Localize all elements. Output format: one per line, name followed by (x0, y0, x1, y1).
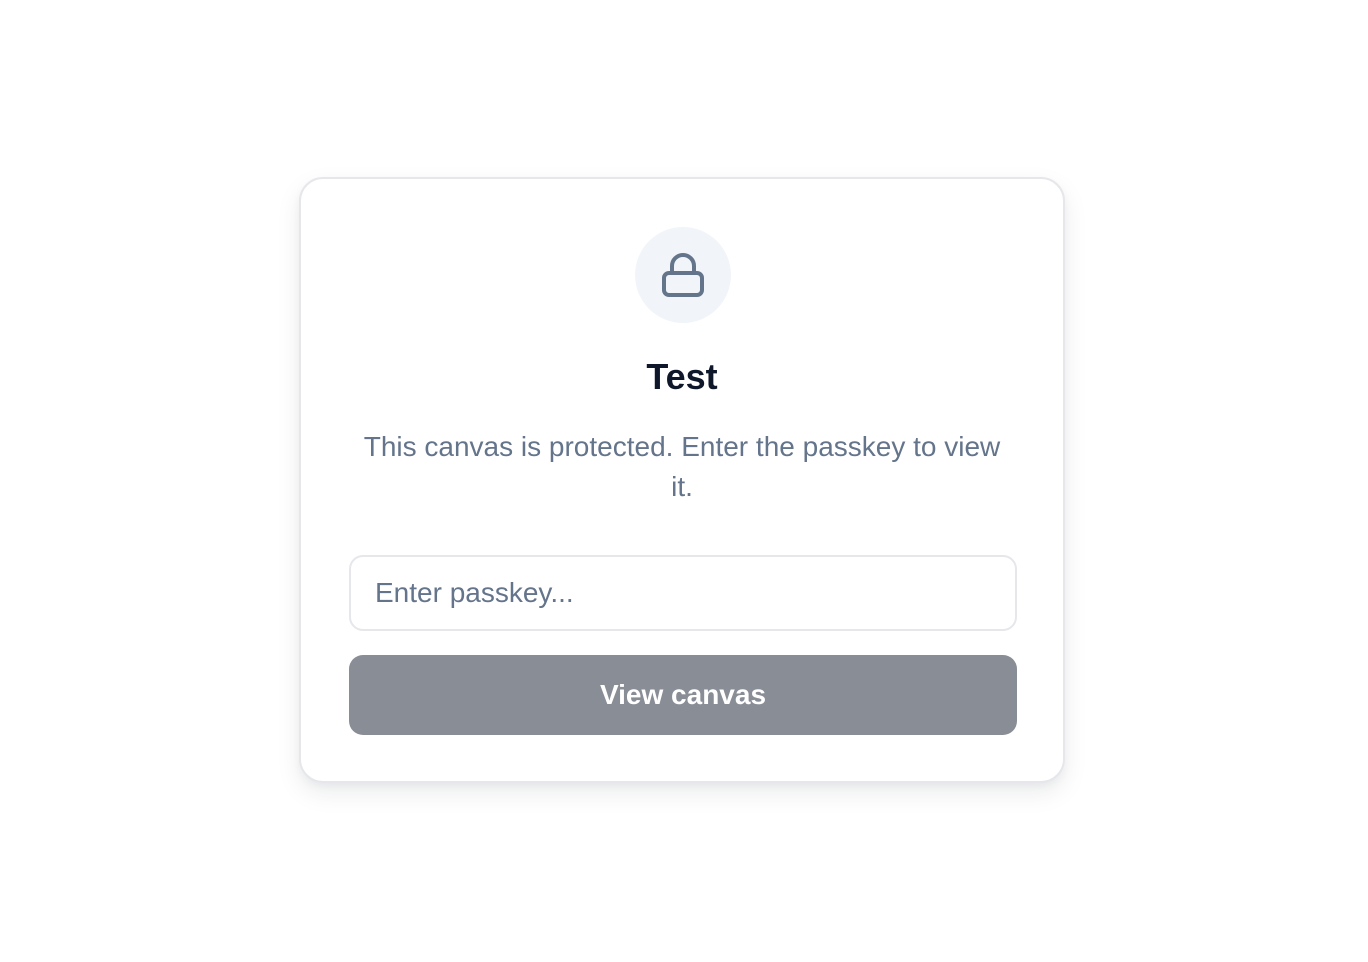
lock-icon-badge (635, 227, 731, 323)
lock-icon (662, 253, 704, 297)
page-title: Test (646, 356, 718, 397)
passkey-card: Test This canvas is protected. Enter the… (299, 177, 1065, 783)
passkey-input[interactable] (349, 555, 1017, 631)
view-canvas-button[interactable]: View canvas (349, 655, 1017, 735)
protected-description: This canvas is protected. Enter the pass… (363, 431, 1001, 502)
